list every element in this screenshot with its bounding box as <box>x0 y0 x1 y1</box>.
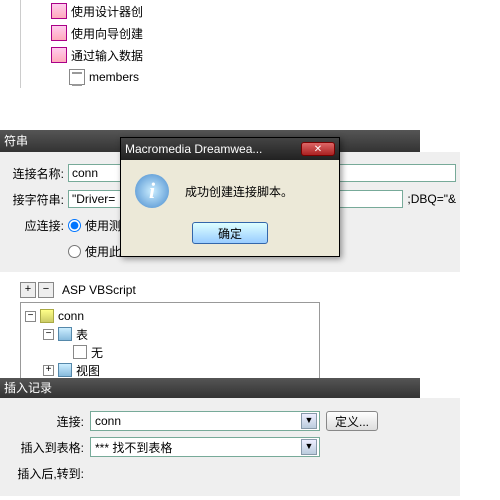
item-label: 通过输入数据 <box>71 47 143 64</box>
conn-select-value: conn <box>95 414 121 428</box>
none-label: 无 <box>91 344 103 361</box>
should-connect-label: 应连接: <box>4 217 64 234</box>
bindings-panel: + − ASP VBScript −conn −表 无 +视图 +预存过程 <box>20 280 320 388</box>
ok-button[interactable]: 确定 <box>192 222 268 244</box>
expand-icon[interactable]: + <box>43 365 54 376</box>
wizard-create-item[interactable]: 使用向导创建 <box>51 22 220 44</box>
db-objects-panel: 使用设计器创 使用向导创建 通过输入数据 members <box>20 0 220 88</box>
use-test-radio[interactable] <box>68 219 81 232</box>
wizard-icon <box>51 25 67 41</box>
p4-after-label: 插入后,转到: <box>4 465 84 482</box>
info-icon <box>135 174 169 208</box>
designer-create-item[interactable]: 使用设计器创 <box>51 0 220 22</box>
none-node[interactable]: 无 <box>73 343 315 361</box>
radio1-label: 使用测 <box>85 217 121 234</box>
sheet-icon <box>73 345 87 359</box>
folder-icon <box>58 327 72 341</box>
tables-label: 表 <box>76 326 88 343</box>
conn-select[interactable]: conn ▼ <box>90 411 320 431</box>
use-this-radio[interactable] <box>68 245 81 258</box>
remove-button[interactable]: − <box>38 282 54 298</box>
collapse-icon[interactable]: − <box>43 329 54 340</box>
insert-record-title: 插入记录 <box>0 378 420 398</box>
conn-string-label: 接字符串: <box>4 191 64 208</box>
item-label: 使用向导创建 <box>71 25 143 42</box>
dialog-title: Macromedia Dreamwea... <box>125 142 262 156</box>
table-members-item[interactable]: members <box>69 66 220 88</box>
p4-conn-label: 连接: <box>4 413 84 430</box>
p4-table-label: 插入到表格: <box>4 439 84 456</box>
dialog-titlebar[interactable]: Macromedia Dreamwea... ✕ <box>121 138 339 160</box>
conn-label: conn <box>58 309 84 323</box>
table-icon <box>69 69 85 85</box>
input-data-item[interactable]: 通过输入数据 <box>51 44 220 66</box>
chevron-down-icon[interactable]: ▼ <box>301 439 317 455</box>
table-select-value: *** 找不到表格 <box>95 439 172 456</box>
close-icon[interactable]: ✕ <box>301 142 335 156</box>
collapse-icon[interactable]: − <box>25 311 36 322</box>
tables-node[interactable]: −表 <box>43 325 315 343</box>
views-label: 视图 <box>76 362 100 379</box>
add-button[interactable]: + <box>20 282 36 298</box>
item-label: 使用设计器创 <box>71 3 143 20</box>
conn-tree: −conn −表 无 +视图 +预存过程 <box>20 302 320 388</box>
wizard-icon <box>51 47 67 63</box>
define-button[interactable]: 定义... <box>326 411 378 431</box>
radio2-label: 使用此 <box>85 243 121 260</box>
wizard-icon <box>51 3 67 19</box>
views-node[interactable]: + 视图 <box>43 361 315 379</box>
insert-record-form: 连接: conn ▼ 定义... 插入到表格: *** 找不到表格 ▼ 插入后,转到… <box>0 398 460 496</box>
dialog-message: 成功创建连接脚本。 <box>185 183 293 200</box>
item-label: members <box>89 70 139 84</box>
conn-name-label: 连接名称: <box>4 165 64 182</box>
script-type-label: ASP VBScript <box>62 283 136 297</box>
database-icon <box>40 309 54 323</box>
chevron-down-icon[interactable]: ▼ <box>301 413 317 429</box>
conn-string-suffix: ;DBQ="& <box>407 192 456 206</box>
conn-node[interactable]: − conn <box>25 307 315 325</box>
table-select[interactable]: *** 找不到表格 ▼ <box>90 437 320 457</box>
folder-icon <box>58 363 72 377</box>
success-dialog: Macromedia Dreamwea... ✕ 成功创建连接脚本。 确定 <box>120 137 340 257</box>
